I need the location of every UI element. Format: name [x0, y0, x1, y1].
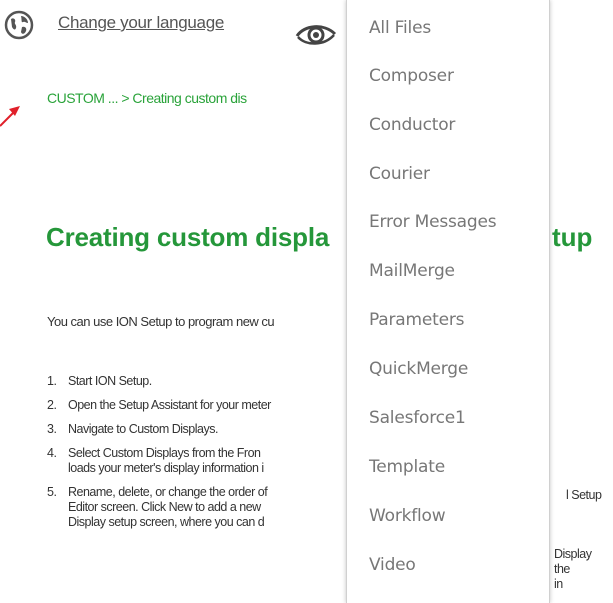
step-text-continued: Editor screen. Click New to add a new — [68, 500, 261, 514]
menu-item-video[interactable]: Video — [369, 555, 416, 575]
step-text: Select Custom Displays from the Fron — [68, 446, 261, 460]
step-number: 4. — [47, 446, 57, 460]
menu-item-workflow[interactable]: Workflow — [369, 506, 446, 526]
step5-tail-text: in — [554, 577, 563, 591]
step-item: 2. Open the Setup Assistant for your mete… — [47, 398, 271, 413]
intro-text: You can use ION Setup to program new cu — [47, 314, 275, 329]
menu-item-quickmerge[interactable]: QuickMerge — [369, 359, 468, 379]
steps-list: 1. Start ION Setup. 2. Open the Setup Assi… — [47, 374, 271, 530]
globe-icon[interactable] — [4, 10, 34, 40]
help-page: Change your language CUSTOM ... > Creati… — [0, 0, 613, 603]
red-arrow-icon — [0, 106, 20, 127]
step-text: Rename, delete, or change the order of — [68, 485, 268, 499]
step-number: 2. — [47, 398, 57, 412]
menu-item-error-messages[interactable]: Error Messages — [369, 212, 497, 232]
step-text-continued: loads your meter's display information i — [68, 461, 264, 475]
step-item: 3. Navigate to Custom Displays. — [47, 422, 271, 437]
eye-icon[interactable] — [294, 20, 338, 48]
page-title-tail: tup — [552, 222, 593, 252]
step-text-continued: Display setup screen, where you can d — [68, 515, 265, 529]
menu-item-mailmerge[interactable]: MailMerge — [369, 261, 455, 281]
step5-tail-text: Display — [554, 547, 592, 561]
category-dropdown-menu[interactable]: All Files Composer Conductor Courier Err… — [346, 0, 550, 603]
step-item: 4. Select Custom Displays from the Fron l… — [47, 446, 271, 476]
step-number: 5. — [47, 485, 57, 499]
step5-tail-text: the — [554, 562, 570, 576]
step-number: 3. — [47, 422, 57, 436]
menu-item-all-files[interactable]: All Files — [369, 18, 431, 38]
menu-item-salesforce1[interactable]: Salesforce1 — [369, 408, 466, 428]
menu-item-composer[interactable]: Composer — [369, 66, 454, 86]
step-text: Start ION Setup. — [68, 374, 152, 388]
breadcrumb[interactable]: CUSTOM ... > Creating custom dis — [47, 90, 247, 106]
step4-tail-text: l Setup — [566, 488, 602, 502]
change-language-link[interactable]: Change your language — [58, 13, 224, 33]
page-title: Creating custom displa — [46, 222, 330, 252]
step-text: Open the Setup Assistant for your meter — [68, 398, 271, 412]
menu-item-conductor[interactable]: Conductor — [369, 115, 455, 135]
menu-item-parameters[interactable]: Parameters — [369, 310, 465, 330]
menu-item-template[interactable]: Template — [369, 457, 445, 477]
step-item: 5. Rename, delete, or change the order of… — [47, 485, 271, 530]
menu-item-courier[interactable]: Courier — [369, 164, 430, 184]
step-number: 1. — [47, 374, 57, 388]
step-text: Navigate to Custom Displays. — [68, 422, 218, 436]
step-item: 1. Start ION Setup. — [47, 374, 271, 389]
